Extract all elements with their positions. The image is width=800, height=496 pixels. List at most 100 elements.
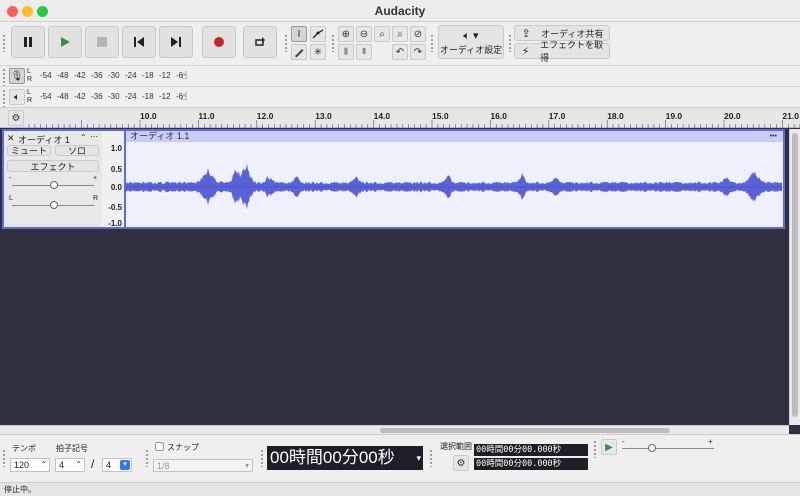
clip-title-bar[interactable]: オーディオ 1.1 •••: [126, 131, 783, 142]
meter-tick-label: -48: [57, 92, 69, 101]
skip-to-end-button[interactable]: [159, 26, 193, 58]
track-menu-icon[interactable]: ⋯: [90, 132, 98, 141]
toolbar-grip[interactable]: [593, 440, 597, 458]
close-track-icon[interactable]: ✕: [7, 133, 15, 144]
audio-clip[interactable]: オーディオ 1.1 •••: [124, 129, 785, 229]
time-sig-lower-select[interactable]: 4 ▾: [102, 458, 132, 472]
silence-audio-button[interactable]: ⫴: [356, 44, 372, 60]
stepper-icon[interactable]: ⌃: [75, 459, 82, 471]
channel-l-label: L: [27, 89, 31, 96]
toolbar-grip[interactable]: [2, 449, 6, 467]
window-title: Audacity: [374, 4, 426, 18]
toolbar-grip[interactable]: [2, 89, 6, 107]
upload-icon: ⇪: [521, 27, 531, 40]
time-signature-label: 拍子記号: [56, 444, 88, 453]
snap-select[interactable]: 1/8 ▾: [153, 459, 253, 472]
toolbar-grip[interactable]: [2, 68, 6, 86]
collapse-track-icon[interactable]: ⌃: [80, 133, 87, 142]
toolbar-grip[interactable]: [331, 34, 335, 52]
selection-tool-button[interactable]: I: [291, 26, 307, 42]
time-sig-upper-value: 4: [59, 460, 65, 470]
toolbar-grip[interactable]: [284, 34, 288, 52]
toolbar-grip[interactable]: [2, 34, 6, 52]
redo-button[interactable]: ↷: [410, 44, 426, 60]
zoom-toggle-button[interactable]: ⊘: [410, 26, 426, 42]
trim-audio-button[interactable]: ⫼: [338, 44, 354, 60]
ruler-label: 12.0: [257, 111, 274, 121]
snap-label: スナップ: [167, 443, 199, 452]
waveform[interactable]: [126, 142, 783, 227]
effects-button[interactable]: エフェクト: [7, 160, 99, 172]
channel-l-label: L: [27, 68, 31, 75]
time-sig-separator: /: [91, 457, 95, 471]
speed-slider-track[interactable]: [622, 448, 714, 449]
meter-tick-label: -24: [125, 92, 137, 101]
gain-slider-thumb[interactable]: [50, 181, 58, 189]
multi-tool-button[interactable]: ✳: [310, 44, 326, 60]
meter-tick-label: -42: [74, 71, 86, 80]
time-display[interactable]: 00時間00分00秒 ▾: [267, 446, 423, 470]
time-sig-upper-input[interactable]: 4 ⌃: [55, 458, 85, 472]
get-effects-label: エフェクトを取得: [540, 40, 604, 63]
selection-end-display[interactable]: 00時間00分00.000秒: [474, 458, 588, 470]
zoom-in-button[interactable]: ⊕: [338, 26, 354, 42]
loop-icon: [255, 37, 265, 46]
channel-r-label: R: [27, 76, 33, 83]
draw-tool-button[interactable]: [291, 44, 307, 60]
toolbar-grip[interactable]: [260, 449, 264, 467]
zoom-out-button[interactable]: ⊖: [356, 26, 372, 42]
fit-selection-button[interactable]: ⌕: [374, 26, 390, 42]
asterisk-icon: ✳: [313, 46, 323, 58]
ruler-label: 13.0: [315, 111, 332, 121]
vertical-scrollbar[interactable]: [789, 129, 800, 425]
loop-button[interactable]: [243, 26, 277, 58]
vertical-amplitude-scale[interactable]: 1.0 0.5 0.0 -0.5 -1.0: [102, 129, 124, 229]
record-meter-button[interactable]: 🎙︎: [9, 68, 25, 84]
tempo-input[interactable]: 120 ⌃: [10, 458, 50, 472]
stop-icon: [97, 37, 107, 47]
stepper-icon[interactable]: ⌃: [40, 459, 47, 471]
play-at-speed-icon: ▶︎: [605, 441, 613, 453]
toolbar-grip[interactable]: [430, 34, 434, 52]
track-control-panel[interactable]: ✕ オーディオ 1 ⌃ ⋯ ミュート ソロ エフェクト - + L R: [2, 129, 102, 229]
horizontal-scroll-thumb[interactable]: [380, 428, 670, 433]
fit-project-button[interactable]: ⌕: [392, 26, 408, 42]
playback-meter-button[interactable]: 🔈︎: [9, 89, 25, 105]
speaker-icon: 🔈︎ ▾: [463, 29, 479, 42]
horizontal-scrollbar[interactable]: [0, 425, 789, 434]
solo-button[interactable]: ソロ: [55, 145, 99, 156]
pause-button[interactable]: [11, 26, 45, 58]
pan-slider-thumb[interactable]: [50, 201, 58, 209]
undo-button[interactable]: ↶: [392, 44, 408, 60]
play-at-speed-button[interactable]: ▶︎: [601, 439, 617, 455]
snap-checkbox[interactable]: [155, 442, 164, 451]
toolbar-grip[interactable]: [429, 449, 433, 467]
chevron-down-icon[interactable]: ▾: [120, 460, 130, 470]
ruler-label: 11.0: [198, 111, 214, 121]
ruler-label: 20.0: [724, 111, 741, 121]
speed-slider-thumb[interactable]: [648, 444, 656, 452]
audio-setup-button[interactable]: 🔈︎ ▾ オーディオ設定: [438, 25, 504, 59]
envelope-tool-button[interactable]: [310, 26, 326, 42]
zoom-fit-selection-icon: ⌕: [379, 28, 385, 40]
gain-plus-label: +: [93, 175, 98, 182]
chevron-down-icon[interactable]: ▾: [416, 446, 421, 470]
toolbar-grip[interactable]: [508, 34, 512, 52]
selection-options-button[interactable]: ⚙︎: [453, 455, 469, 471]
speed-plus-label: +: [708, 437, 713, 446]
stop-button[interactable]: [85, 26, 119, 58]
ruler-label: 15.0: [432, 111, 449, 121]
selection-start-display[interactable]: 00時間00分00.000秒: [474, 444, 588, 456]
get-effects-button[interactable]: ⚡︎ エフェクトを取得: [514, 40, 610, 63]
mute-button[interactable]: ミュート: [7, 145, 51, 156]
skip-end-icon: [171, 37, 181, 47]
toolbar-grip[interactable]: [145, 449, 149, 467]
ruler-label: 18.0: [607, 111, 624, 121]
clip-menu-icon[interactable]: •••: [770, 131, 777, 142]
record-button[interactable]: [202, 26, 236, 58]
skip-to-start-button[interactable]: [122, 26, 156, 58]
selection-start-value: 00時間00分00.000秒: [476, 445, 562, 455]
play-button[interactable]: [48, 26, 82, 58]
timeline-ruler[interactable]: ⚙︎ 10.0 11.0 12.0 13.0 14.0 15.0 16.0 17.0 18.0 1…: [0, 108, 800, 128]
vertical-scroll-thumb[interactable]: [792, 133, 798, 417]
